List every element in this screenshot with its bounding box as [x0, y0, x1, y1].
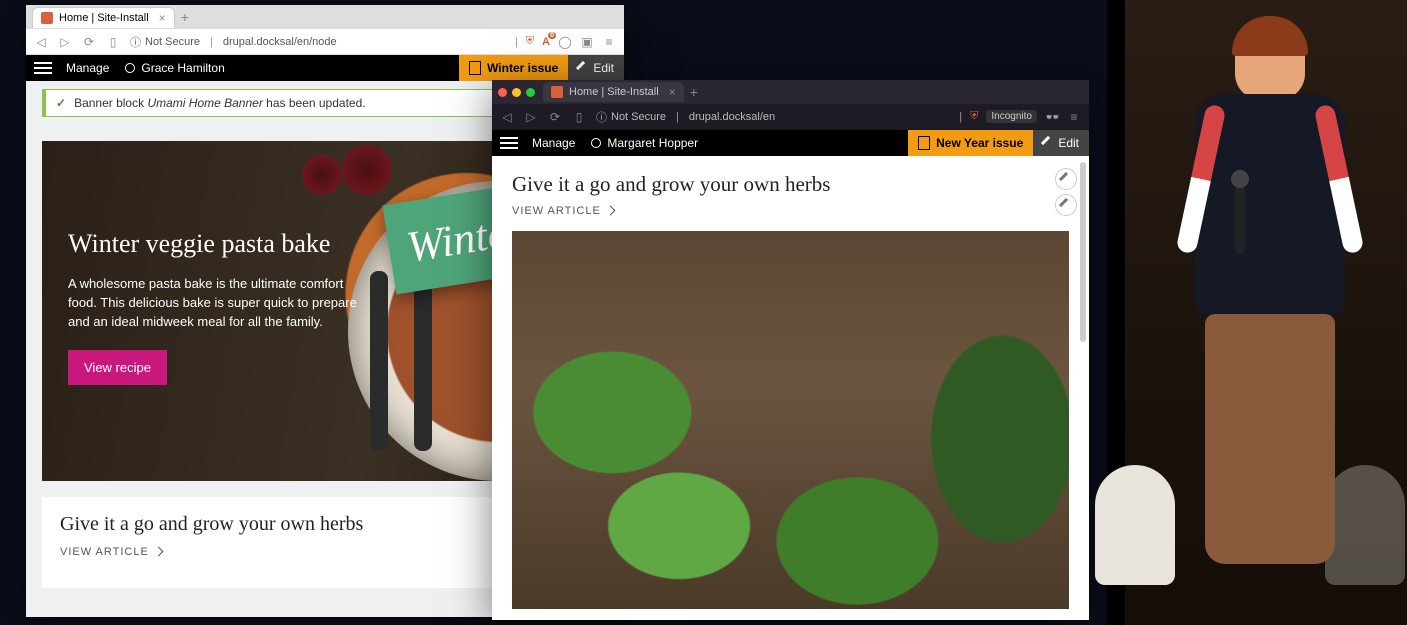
info-icon: ⓘ — [130, 34, 141, 50]
nav-reload-icon[interactable]: ⟳ — [82, 35, 96, 49]
tab-bar: Home | Site-Install × + — [492, 80, 1089, 104]
edit-button[interactable]: Edit — [1033, 130, 1089, 156]
tab-title: Home | Site-Install — [569, 86, 659, 98]
tomato-graphic — [342, 145, 392, 195]
nav-forward-icon[interactable]: ▷ — [58, 35, 72, 49]
bookmark-icon[interactable]: ▯ — [106, 35, 120, 49]
info-icon: ⓘ — [596, 109, 607, 125]
article-card: Give it a go and grow your own herbs VIE… — [492, 156, 1089, 217]
manage-link[interactable]: Manage — [524, 130, 583, 156]
address-bar: ◁ ▷ ⟳ ▯ ⓘ Not Secure | drupal.docksal/en… — [492, 104, 1089, 130]
incognito-badge: Incognito — [986, 110, 1037, 123]
hamburger-icon[interactable] — [500, 137, 518, 149]
window-controls[interactable] — [498, 88, 535, 97]
tomato-graphic — [302, 155, 342, 195]
view-recipe-button[interactable]: View recipe — [68, 350, 167, 385]
workspace-label: New Year issue — [936, 136, 1023, 150]
hero-title: Winter veggie pasta bake — [68, 229, 368, 259]
minimize-window-icon[interactable] — [512, 88, 521, 97]
brave-shield-icon[interactable]: ⛨ — [970, 110, 978, 123]
user-link[interactable]: Margaret Hopper — [583, 130, 706, 156]
nav-back-icon[interactable]: ◁ — [500, 110, 514, 124]
browser-window-right: Home | Site-Install × + ◁ ▷ ⟳ ▯ ⓘ Not Se… — [492, 80, 1089, 620]
hero-body: A wholesome pasta bake is the ultimate c… — [68, 275, 368, 332]
new-tab-button[interactable]: + — [181, 9, 189, 25]
hamburger-icon[interactable] — [34, 62, 52, 74]
contextual-edit-button[interactable] — [1055, 168, 1077, 190]
user-icon — [591, 138, 601, 148]
manage-link[interactable]: Manage — [58, 55, 117, 81]
user-name: Grace Hamilton — [141, 61, 224, 75]
url-text[interactable]: drupal.docksal/en — [689, 111, 775, 123]
chevron-right-icon — [607, 205, 614, 217]
pencil-icon — [1041, 136, 1055, 150]
browser-tab[interactable]: Home | Site-Install × — [543, 82, 684, 102]
contextual-edit-button[interactable] — [1055, 194, 1077, 216]
drupal-admin-toolbar: Manage Grace Hamilton Winter issue Edit — [26, 55, 624, 81]
user-link[interactable]: Grace Hamilton — [117, 55, 232, 81]
page-content: Give it a go and grow your own herbs VIE… — [492, 156, 1089, 620]
menu-icon[interactable]: ≡ — [602, 35, 616, 49]
brave-shield-icon[interactable]: ⛨ — [526, 35, 534, 48]
presenter-photo — [1125, 0, 1407, 625]
incognito-icon: 👓 — [1045, 110, 1059, 124]
workspace-label: Winter issue — [487, 61, 558, 75]
bookmark-icon[interactable]: ▯ — [572, 110, 586, 124]
user-icon — [125, 63, 135, 73]
pencil-icon — [1059, 172, 1073, 186]
herbs-image — [512, 231, 1069, 609]
nav-reload-icon[interactable]: ⟳ — [548, 110, 562, 124]
devices-icon[interactable]: ▣ — [580, 35, 594, 49]
user-name: Margaret Hopper — [607, 136, 698, 150]
workspace-icon — [918, 136, 930, 150]
microphone-graphic — [1235, 184, 1245, 254]
address-bar: ◁ ▷ ⟳ ▯ ⓘ Not Secure | drupal.docksal/en… — [26, 29, 624, 55]
edit-button[interactable]: Edit — [568, 55, 624, 81]
separator: | — [210, 36, 213, 48]
url-text[interactable]: drupal.docksal/en/node — [223, 36, 337, 48]
close-tab-icon[interactable]: × — [669, 85, 676, 99]
fork-graphic — [370, 271, 388, 451]
menu-icon[interactable]: ≡ — [1067, 110, 1081, 124]
security-label: Not Secure — [611, 111, 666, 123]
tab-bar: Home | Site-Install × + — [26, 5, 624, 29]
close-window-icon[interactable] — [498, 88, 507, 97]
pencil-icon — [576, 61, 590, 75]
new-tab-button[interactable]: + — [690, 84, 698, 100]
nav-forward-icon[interactable]: ▷ — [524, 110, 538, 124]
article-title: Give it a go and grow your own herbs — [512, 172, 1069, 197]
scrollbar[interactable] — [1080, 162, 1086, 342]
check-icon: ✓ — [56, 96, 66, 110]
favicon-icon — [41, 12, 53, 24]
nav-back-icon[interactable]: ◁ — [34, 35, 48, 49]
security-indicator[interactable]: ⓘ Not Secure — [596, 109, 666, 125]
security-indicator[interactable]: ⓘ Not Secure — [130, 34, 200, 50]
tab-title: Home | Site-Install — [59, 12, 149, 24]
chevron-right-icon — [155, 546, 162, 558]
drupal-admin-toolbar: Manage Margaret Hopper New Year issue Ed… — [492, 130, 1089, 156]
browser-tab[interactable]: Home | Site-Install × — [32, 7, 175, 28]
spoon-graphic — [414, 271, 432, 451]
extension-icon[interactable]: ◯ — [558, 35, 572, 49]
security-label: Not Secure — [145, 36, 200, 48]
favicon-icon — [551, 86, 563, 98]
close-tab-icon[interactable]: × — [159, 11, 166, 25]
view-article-link[interactable]: VIEW ARTICLE — [512, 205, 1069, 217]
maximize-window-icon[interactable] — [526, 88, 535, 97]
pencil-icon — [1059, 198, 1073, 212]
workspace-switcher[interactable]: Winter issue — [459, 55, 568, 81]
extension-badge[interactable]: A0 — [542, 36, 550, 48]
workspace-icon — [469, 61, 481, 75]
workspace-switcher[interactable]: New Year issue — [908, 130, 1033, 156]
